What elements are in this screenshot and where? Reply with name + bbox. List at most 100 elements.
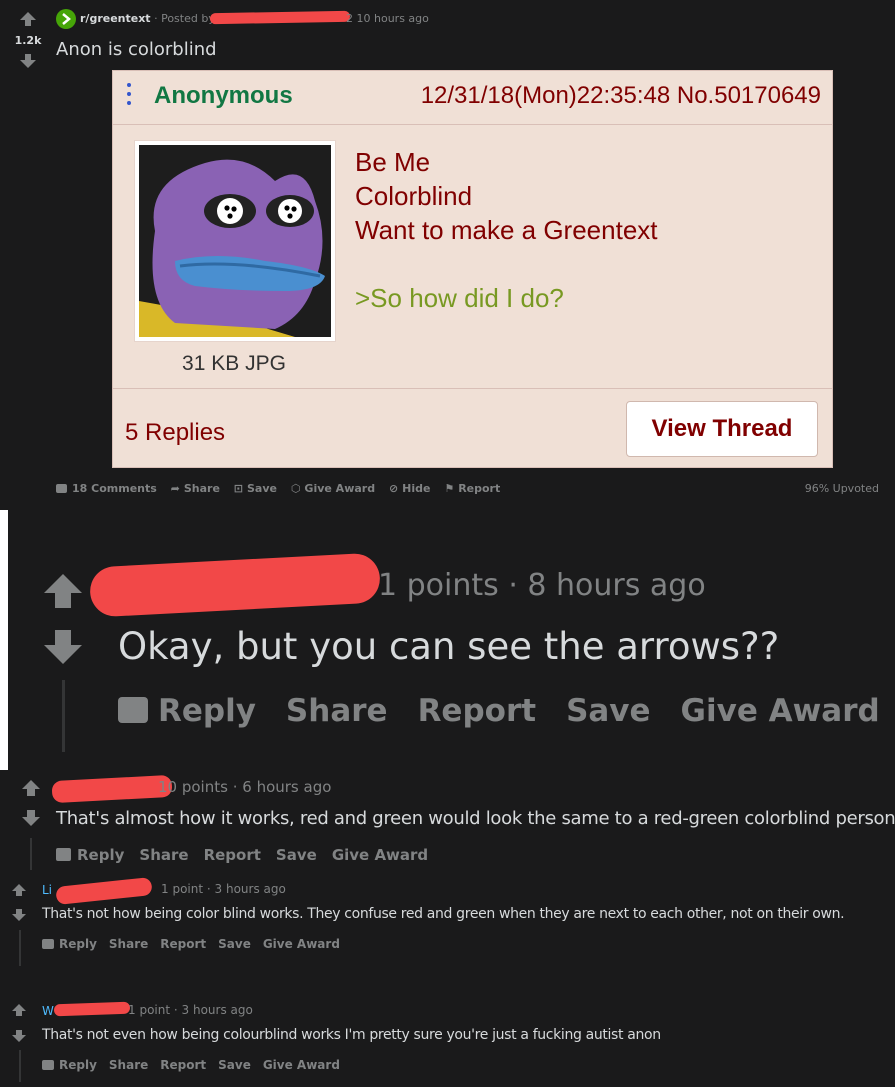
- give-award-button[interactable]: Give Award: [332, 846, 428, 864]
- redaction-mark: [209, 10, 351, 25]
- share-label: Share: [183, 482, 220, 495]
- reply-button[interactable]: Reply: [158, 693, 256, 729]
- post-line: Be Me: [355, 147, 431, 177]
- pepe-thumbnail[interactable]: [134, 140, 336, 342]
- comment-points: 1 point: [128, 1003, 171, 1017]
- save-button[interactable]: Save: [218, 1058, 251, 1072]
- post-header: Anonymous 12/31/18(Mon)22:35:48 No.50170…: [112, 70, 833, 125]
- comment-text: That's not even how being colourblind wo…: [42, 1027, 661, 1043]
- upvote-icon[interactable]: [20, 12, 36, 26]
- thread-footer: 5 Replies View Thread: [112, 388, 833, 469]
- menu-dots-icon[interactable]: [127, 83, 132, 109]
- downvote-icon[interactable]: [44, 630, 82, 664]
- post-time: 10 hours ago: [356, 12, 429, 25]
- comment-actions: Reply Share Report Save Give Award: [56, 846, 428, 864]
- username-tail: 2: [346, 12, 353, 25]
- upvote-ratio: 96% Upvoted: [804, 482, 879, 495]
- greentext-screenshot: Anonymous 12/31/18(Mon)22:35:48 No.50170…: [112, 70, 833, 468]
- save-button[interactable]: Save: [276, 846, 317, 864]
- redaction-mark: [53, 1001, 131, 1017]
- upvote-icon[interactable]: [44, 574, 82, 608]
- hide-label: Hide: [402, 482, 431, 495]
- comment-icon: [42, 939, 54, 949]
- save-button[interactable]: Save: [566, 693, 650, 729]
- give-award-button[interactable]: Give Award: [263, 1058, 340, 1072]
- reply-button[interactable]: Reply: [59, 1058, 97, 1072]
- comment-zoomed: 1 points · 8 hours ago Okay, but you can…: [8, 510, 895, 770]
- report-button[interactable]: Report: [160, 937, 206, 951]
- report-button[interactable]: Report: [204, 846, 261, 864]
- give-award-button[interactable]: Give Award: [681, 693, 880, 729]
- report-button[interactable]: ⚑ Report: [444, 482, 500, 495]
- comment-username[interactable]: W: [42, 1004, 54, 1018]
- upvote-icon[interactable]: [12, 1004, 26, 1016]
- upvote-icon[interactable]: [12, 884, 26, 896]
- comment-points: 1 points: [378, 568, 499, 603]
- downvote-icon[interactable]: [12, 909, 26, 921]
- share-icon: ➦: [170, 482, 180, 495]
- comment-points: 1 point: [161, 882, 204, 896]
- posted-by-label: Posted by: [161, 12, 215, 25]
- comment-actions: Reply Share Report Save Give Award: [118, 693, 880, 729]
- thread-line: [19, 930, 21, 966]
- comment-time: 6 hours ago: [242, 778, 332, 796]
- comments-label: 18 Comments: [72, 482, 157, 495]
- comment-points: 10 points: [158, 778, 228, 796]
- redaction-mark: [55, 877, 153, 905]
- comment-time: 8 hours ago: [527, 568, 706, 603]
- downvote-icon[interactable]: [12, 1030, 26, 1042]
- report-button[interactable]: Report: [418, 693, 537, 729]
- redaction-mark: [88, 552, 382, 618]
- award-icon: ⬡: [290, 482, 301, 495]
- comment-icon: [56, 848, 71, 861]
- view-thread-button[interactable]: View Thread: [626, 401, 818, 457]
- hide-button[interactable]: ⊘ Hide: [389, 482, 431, 495]
- post-line: Want to make a Greentext: [355, 215, 658, 245]
- save-button[interactable]: ⊡ Save: [234, 482, 277, 495]
- thread-line: [62, 680, 65, 752]
- report-button[interactable]: Report: [160, 1058, 206, 1072]
- downvote-icon[interactable]: [20, 54, 36, 68]
- post-actions: 18 Comments ➦ Share ⊡ Save ⬡ Give Award ⊘ Hi…: [56, 482, 500, 495]
- hide-icon: ⊘: [388, 482, 399, 495]
- save-button[interactable]: Save: [218, 937, 251, 951]
- give-award-button[interactable]: Give Award: [263, 937, 340, 951]
- share-button[interactable]: Share: [109, 937, 148, 951]
- comment-icon: [56, 484, 67, 493]
- share-button[interactable]: Share: [139, 846, 188, 864]
- comment-icon: [118, 697, 148, 723]
- save-icon: ⊡: [233, 482, 243, 495]
- reply-button[interactable]: Reply: [77, 846, 124, 864]
- give-award-label: Give Award: [304, 482, 376, 495]
- thread-line: [30, 838, 32, 870]
- file-info: 31 KB JPG: [182, 352, 286, 375]
- comment-icon: [42, 1060, 54, 1070]
- subreddit-icon[interactable]: [56, 9, 76, 29]
- report-label: Report: [458, 482, 501, 495]
- thread-line: [19, 1050, 21, 1082]
- reply-button[interactable]: Reply: [59, 937, 97, 951]
- downvote-icon[interactable]: [22, 810, 40, 826]
- redaction-mark: [51, 774, 173, 804]
- post-body: Be Me Colorblind Want to make a Greentex…: [355, 145, 658, 315]
- comment-actions: Reply Share Report Save Give Award: [42, 1058, 340, 1072]
- comment-time: 3 hours ago: [181, 1003, 253, 1017]
- comment-username[interactable]: Li: [42, 883, 52, 897]
- share-button[interactable]: Share: [286, 693, 388, 729]
- post-title[interactable]: Anon is colorblind: [56, 39, 217, 60]
- post-line: Colorblind: [355, 181, 473, 211]
- post-score: 1.2k: [14, 34, 42, 47]
- replies-count[interactable]: 5 Replies: [125, 419, 225, 447]
- save-label: Save: [246, 482, 277, 495]
- upvote-icon[interactable]: [22, 780, 40, 796]
- post-datetime-number[interactable]: 12/31/18(Mon)22:35:48 No.50170649: [421, 82, 821, 110]
- give-award-button[interactable]: ⬡ Give Award: [291, 482, 375, 495]
- share-button[interactable]: ➦ Share: [171, 482, 220, 495]
- subreddit-link[interactable]: r/greentext: [80, 12, 151, 25]
- comment-text: That's not how being color blind works. …: [42, 906, 845, 922]
- comment-text: That's almost how it works, red and gree…: [56, 808, 895, 829]
- comments-button[interactable]: 18 Comments: [56, 482, 157, 495]
- greentext-quote: >So how did I do?: [355, 283, 564, 313]
- share-button[interactable]: Share: [109, 1058, 148, 1072]
- comment-time: 3 hours ago: [214, 882, 286, 896]
